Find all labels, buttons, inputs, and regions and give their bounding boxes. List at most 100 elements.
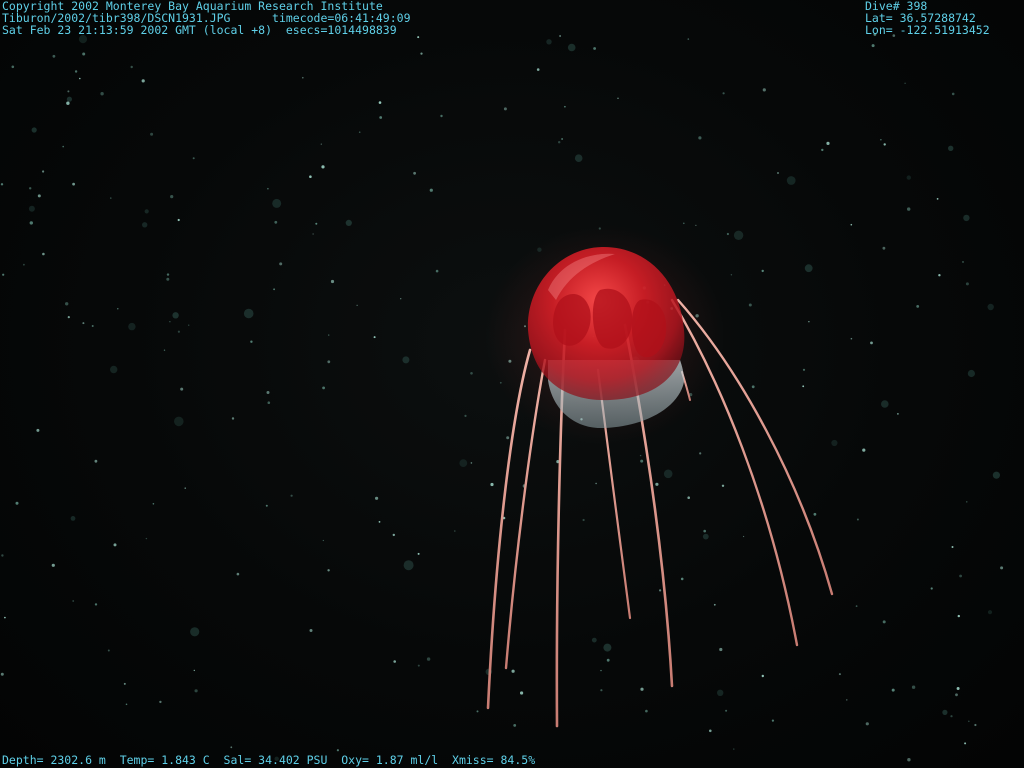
snow-particle: [503, 107, 507, 111]
snow-particle: [1000, 566, 1004, 570]
snow-particle: [955, 693, 958, 697]
snow-particle: [36, 428, 40, 432]
snow-particle: [42, 252, 45, 256]
snow-particle: [582, 518, 585, 522]
snow-particle: [591, 637, 597, 643]
snow-particle: [23, 263, 25, 266]
snow-particle: [536, 68, 540, 71]
snow-particle: [703, 529, 706, 533]
snow-particle: [74, 70, 78, 73]
snow-particle: [177, 330, 180, 333]
snow-particle: [145, 537, 148, 540]
snow-particle: [174, 416, 184, 427]
snow-particle: [966, 501, 968, 503]
snow-particle: [490, 482, 494, 487]
snow-particle: [808, 321, 810, 323]
snow-particle: [328, 334, 330, 336]
snow-particle: [266, 391, 270, 394]
snow-particle: [882, 620, 886, 624]
snow-particle: [113, 543, 117, 547]
snow-particle: [964, 742, 967, 745]
snow-particle: [722, 92, 725, 95]
snow-particle: [322, 539, 324, 542]
snow-particle: [128, 322, 136, 331]
snow-particle: [558, 141, 561, 144]
snow-particle: [426, 657, 431, 661]
snow-particle: [11, 65, 15, 69]
snow-particle: [574, 154, 583, 162]
snow-particle: [846, 699, 848, 701]
snow-particle: [645, 709, 648, 713]
snow-particle: [761, 269, 764, 273]
snow-particle: [733, 748, 735, 750]
snow-particle: [804, 264, 813, 273]
snow-particle: [267, 401, 271, 405]
snow-particle: [163, 349, 166, 351]
snow-particle: [965, 282, 969, 286]
snow-particle: [719, 647, 723, 652]
snow-particle: [904, 82, 906, 85]
snow-particle: [606, 658, 610, 662]
snow-particle: [378, 101, 382, 104]
snow-particle: [717, 689, 724, 696]
snow-particle: [948, 145, 954, 151]
snow-particle: [70, 516, 76, 521]
snow-particle: [100, 92, 104, 96]
snow-particle: [417, 552, 420, 555]
snow-particle: [402, 356, 410, 364]
snow-particle: [546, 39, 552, 45]
snow-particle: [959, 574, 962, 578]
snow-particle: [600, 689, 603, 692]
snow-particle: [761, 674, 764, 678]
snow-particle: [172, 312, 179, 319]
snow-particle: [640, 687, 644, 691]
snow-particle: [177, 218, 180, 222]
snow-particle: [250, 340, 253, 343]
snow-particle: [826, 141, 830, 145]
snow-particle: [593, 47, 596, 50]
snow-particle: [29, 187, 32, 190]
snow-particle: [321, 165, 325, 169]
snow-particle: [67, 316, 70, 319]
snow-particle: [702, 533, 709, 540]
snow-particle: [375, 496, 379, 500]
snow-particle: [230, 746, 233, 749]
snow-particle: [891, 688, 895, 692]
snow-particle: [603, 643, 612, 652]
underwater-scene: [0, 33, 1004, 762]
snow-particle: [169, 321, 171, 323]
snow-particle: [1, 554, 4, 557]
snow-particle: [192, 157, 195, 160]
snow-particle: [309, 629, 313, 632]
snow-particle: [79, 77, 81, 80]
snow-particle: [907, 207, 911, 211]
snow-particle: [290, 494, 293, 497]
snow-particle: [2, 273, 5, 276]
snow-particle: [687, 496, 690, 500]
snow-particle: [464, 414, 467, 417]
snow-particle: [420, 52, 423, 55]
snow-particle: [974, 723, 977, 727]
snow-particle: [312, 233, 314, 235]
snow-particle: [802, 368, 806, 371]
overlay-top-left: Copyright 2002 Monterey Bay Aquarium Res…: [2, 0, 411, 36]
snow-particle: [617, 97, 619, 100]
snow-particle: [400, 298, 402, 300]
snow-particle: [883, 143, 886, 146]
snow-particle: [320, 143, 322, 145]
snow-particle: [987, 303, 994, 311]
snow-particle: [721, 484, 725, 487]
snow-particle: [279, 262, 283, 266]
snow-particle: [802, 385, 805, 388]
snow-particle: [194, 689, 198, 693]
snow-particle: [309, 175, 312, 178]
snow-particle: [170, 195, 174, 199]
snow-particle: [166, 277, 170, 281]
snow-particle: [838, 673, 841, 676]
snow-particle: [655, 482, 659, 486]
snow-particle: [31, 127, 37, 133]
snow-particle: [813, 512, 817, 516]
snow-particle: [957, 614, 960, 618]
snow-particle: [184, 487, 186, 489]
snow-particle: [150, 132, 154, 136]
